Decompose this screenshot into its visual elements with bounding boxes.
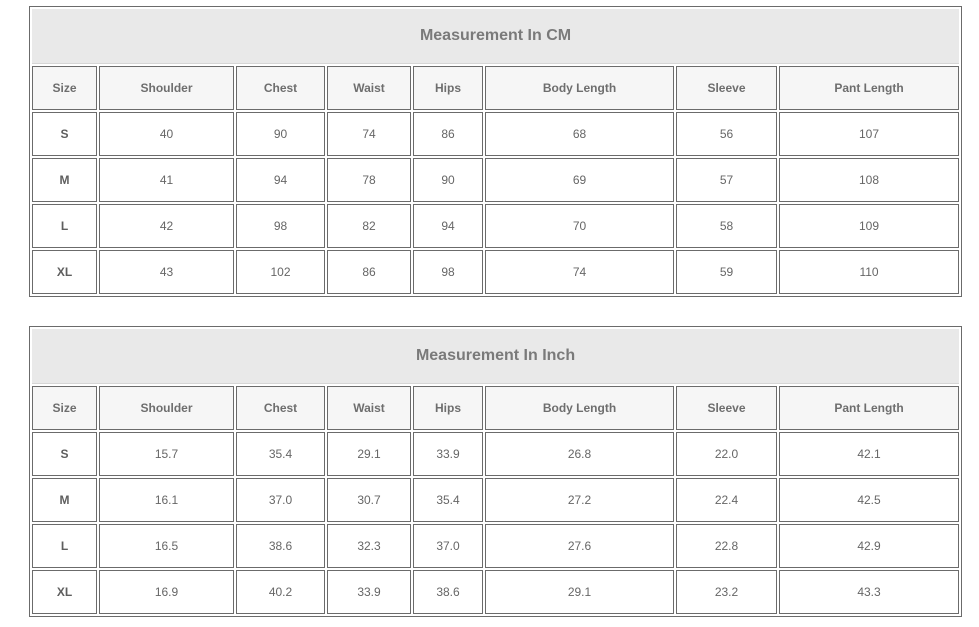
header-row: Size Shoulder Chest Waist Hips Body Leng…	[32, 386, 960, 430]
chest-cell: 38.6	[236, 524, 325, 568]
shoulder-cell: 16.5	[99, 524, 234, 568]
chest-cell: 102	[236, 250, 325, 294]
size-chart-cm-table: Measurement In CM Size Shoulder Chest Wa…	[29, 6, 963, 297]
shoulder-cell: 41	[99, 158, 234, 202]
hips-cell: 33.9	[413, 432, 483, 476]
column-header-pant-length: Pant Length	[779, 386, 960, 430]
hips-cell: 98	[413, 250, 483, 294]
header-row: Size Shoulder Chest Waist Hips Body Leng…	[32, 66, 960, 110]
size-cell: XL	[32, 250, 97, 294]
table-row: M 41 94 78 90 69 57 108	[32, 158, 960, 202]
column-header-sleeve: Sleeve	[676, 66, 777, 110]
body-length-cell: 70	[485, 204, 674, 248]
sleeve-cell: 56	[676, 112, 777, 156]
waist-cell: 33.9	[327, 570, 411, 614]
hips-cell: 94	[413, 204, 483, 248]
column-header-chest: Chest	[236, 66, 325, 110]
column-header-size: Size	[32, 66, 97, 110]
waist-cell: 86	[327, 250, 411, 294]
column-header-shoulder: Shoulder	[99, 386, 234, 430]
chest-cell: 98	[236, 204, 325, 248]
size-cell: M	[32, 158, 97, 202]
shoulder-cell: 16.9	[99, 570, 234, 614]
body-length-cell: 74	[485, 250, 674, 294]
sleeve-cell: 57	[676, 158, 777, 202]
shoulder-cell: 15.7	[99, 432, 234, 476]
chest-cell: 94	[236, 158, 325, 202]
sleeve-cell: 23.2	[676, 570, 777, 614]
size-cell: S	[32, 112, 97, 156]
chest-cell: 90	[236, 112, 325, 156]
table-row: L 16.5 38.6 32.3 37.0 27.6 22.8 42.9	[32, 524, 960, 568]
waist-cell: 78	[327, 158, 411, 202]
waist-cell: 32.3	[327, 524, 411, 568]
column-header-waist: Waist	[327, 386, 411, 430]
waist-cell: 82	[327, 204, 411, 248]
sleeve-cell: 22.8	[676, 524, 777, 568]
table-title: Measurement In Inch	[32, 329, 960, 384]
size-cell: S	[32, 432, 97, 476]
pant-length-cell: 110	[779, 250, 960, 294]
table-row: S 40 90 74 86 68 56 107	[32, 112, 960, 156]
table-row: XL 43 102 86 98 74 59 110	[32, 250, 960, 294]
hips-cell: 35.4	[413, 478, 483, 522]
table-title: Measurement In CM	[32, 9, 960, 64]
size-cell: XL	[32, 570, 97, 614]
column-header-body-length: Body Length	[485, 386, 674, 430]
sleeve-cell: 58	[676, 204, 777, 248]
hips-cell: 90	[413, 158, 483, 202]
sleeve-cell: 22.0	[676, 432, 777, 476]
table-row: S 15.7 35.4 29.1 33.9 26.8 22.0 42.1	[32, 432, 960, 476]
pant-length-cell: 108	[779, 158, 960, 202]
table-row: L 42 98 82 94 70 58 109	[32, 204, 960, 248]
column-header-waist: Waist	[327, 66, 411, 110]
column-header-sleeve: Sleeve	[676, 386, 777, 430]
column-header-shoulder: Shoulder	[99, 66, 234, 110]
shoulder-cell: 16.1	[99, 478, 234, 522]
size-cell: L	[32, 204, 97, 248]
pant-length-cell: 107	[779, 112, 960, 156]
hips-cell: 38.6	[413, 570, 483, 614]
shoulder-cell: 40	[99, 112, 234, 156]
shoulder-cell: 42	[99, 204, 234, 248]
body-length-cell: 26.8	[485, 432, 674, 476]
column-header-hips: Hips	[413, 386, 483, 430]
size-cell: L	[32, 524, 97, 568]
chest-cell: 37.0	[236, 478, 325, 522]
body-length-cell: 27.2	[485, 478, 674, 522]
body-length-cell: 29.1	[485, 570, 674, 614]
sleeve-cell: 22.4	[676, 478, 777, 522]
column-header-size: Size	[32, 386, 97, 430]
column-header-body-length: Body Length	[485, 66, 674, 110]
size-chart-inch-table: Measurement In Inch Size Shoulder Chest …	[29, 326, 963, 617]
table-row: M 16.1 37.0 30.7 35.4 27.2 22.4 42.5	[32, 478, 960, 522]
body-length-cell: 69	[485, 158, 674, 202]
waist-cell: 30.7	[327, 478, 411, 522]
column-header-pant-length: Pant Length	[779, 66, 960, 110]
pant-length-cell: 42.1	[779, 432, 960, 476]
hips-cell: 86	[413, 112, 483, 156]
pant-length-cell: 42.5	[779, 478, 960, 522]
pant-length-cell: 109	[779, 204, 960, 248]
sleeve-cell: 59	[676, 250, 777, 294]
column-header-hips: Hips	[413, 66, 483, 110]
waist-cell: 29.1	[327, 432, 411, 476]
pant-length-cell: 42.9	[779, 524, 960, 568]
body-length-cell: 27.6	[485, 524, 674, 568]
table-row: XL 16.9 40.2 33.9 38.6 29.1 23.2 43.3	[32, 570, 960, 614]
column-header-chest: Chest	[236, 386, 325, 430]
body-length-cell: 68	[485, 112, 674, 156]
waist-cell: 74	[327, 112, 411, 156]
size-cell: M	[32, 478, 97, 522]
hips-cell: 37.0	[413, 524, 483, 568]
chest-cell: 35.4	[236, 432, 325, 476]
shoulder-cell: 43	[99, 250, 234, 294]
chest-cell: 40.2	[236, 570, 325, 614]
pant-length-cell: 43.3	[779, 570, 960, 614]
